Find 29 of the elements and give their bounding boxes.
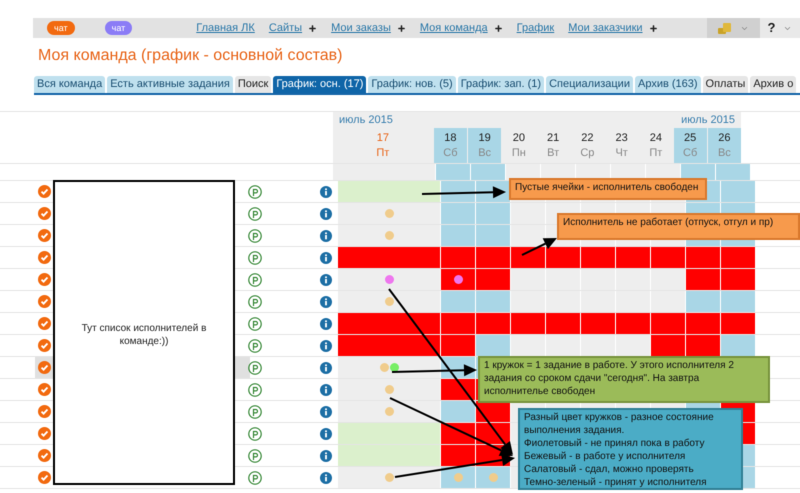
weekday-label: Сб xyxy=(443,146,458,160)
annotation-tooltip: Пустые ячейки - исполнитель свободен xyxy=(509,178,707,200)
month-label: июль 2015 xyxy=(339,112,393,128)
weekday-label: Пн xyxy=(512,146,526,160)
day-number: 23 xyxy=(616,130,628,146)
day-number: 19 xyxy=(478,130,491,146)
weekday-label: Ср xyxy=(580,146,594,160)
annotation-tooltip: Исполнитель не работает (отпуск, отгул и пр) xyxy=(557,213,800,240)
annotation-tooltip: Разный цвет кружков - разное состояние выполнения задания. Фиолетовый - не принял пока в работу Бежевый - в работе у исполнителя Салатовый - сдал, можно проверять Темно-зеленый - принят у исполнителя xyxy=(518,408,743,490)
day-number: 25 xyxy=(684,130,696,146)
weekday-label: Пт xyxy=(649,146,662,160)
day-number: 17 xyxy=(376,130,389,146)
annotation-tooltip: 1 кружок = 1 задание в работе. У этого исполнителя 2 задания со сроком сдачи "сегодня". На завтра исполнителье свободен xyxy=(478,356,770,403)
day-number: 18 xyxy=(444,130,456,146)
names-note: Тут список исполнителей в команде:)) xyxy=(80,322,208,349)
month-label: июль 2015 xyxy=(681,112,735,128)
weekday-label: Сб xyxy=(683,146,698,160)
weekday-label: Пт xyxy=(376,146,390,160)
day-number: 22 xyxy=(581,130,594,146)
weekday-label: Вт xyxy=(547,146,560,160)
day-number: 24 xyxy=(650,130,662,146)
day-number: 20 xyxy=(512,130,525,146)
weekday-label: Вс xyxy=(718,146,731,160)
weekday-label: Чт xyxy=(615,146,628,160)
day-number: 21 xyxy=(547,130,560,146)
weekday-label: Вс xyxy=(478,146,492,160)
day-number: 26 xyxy=(718,130,730,146)
page-title: Моя команда (график - основной состав) xyxy=(38,46,342,66)
help-mark: ? xyxy=(768,19,776,38)
